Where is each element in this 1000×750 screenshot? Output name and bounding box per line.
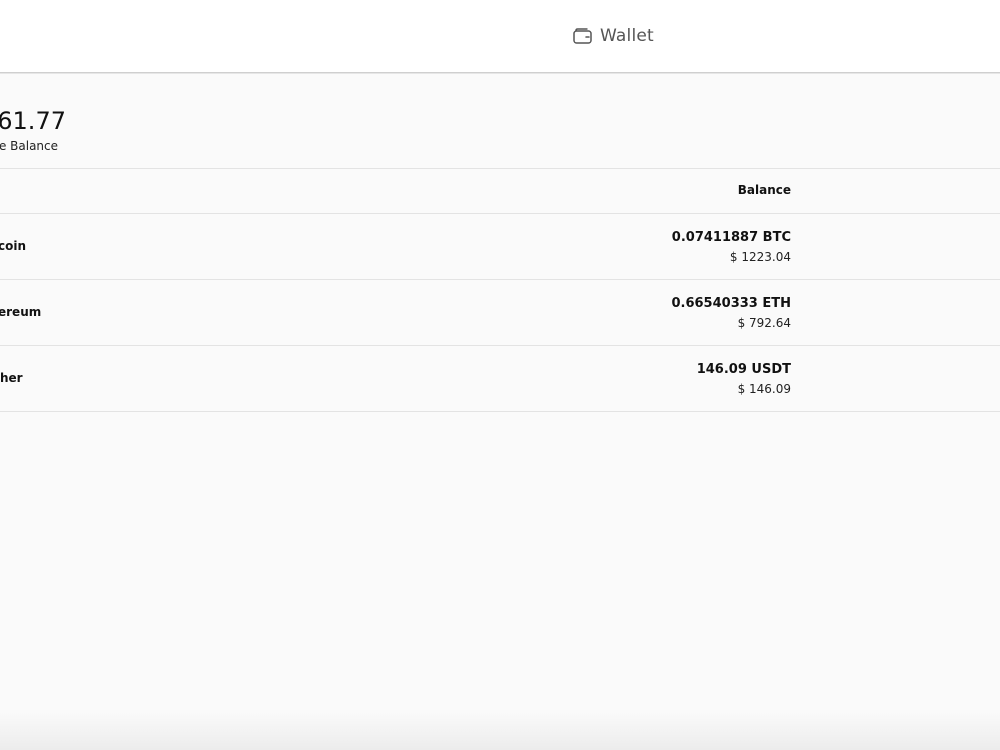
top-header: Wallet	[0, 0, 1000, 73]
asset-row-eth[interactable]: ereum 0.66540333 ETH $ 792.64	[0, 280, 1000, 346]
asset-row-usdt[interactable]: her 146.09 USDT $ 146.09	[0, 346, 1000, 412]
asset-amount: 0.66540333 ETH	[671, 296, 791, 311]
asset-usd-value: $ 792.64	[737, 316, 791, 330]
asset-name: her	[0, 371, 23, 385]
total-balance-value: 161.77	[0, 107, 66, 135]
asset-amount: 0.07411887 BTC	[671, 230, 791, 245]
balance-summary: 161.77 ble Balance	[0, 73, 1000, 169]
tab-wallet[interactable]: Wallet	[573, 24, 654, 48]
asset-usd-value: $ 1223.04	[729, 250, 791, 264]
total-balance-label: ble Balance	[0, 139, 59, 153]
asset-row-btc[interactable]: coin 0.07411887 BTC $ 1223.04	[0, 214, 1000, 280]
wallet-icon	[573, 27, 592, 45]
asset-name: coin	[0, 239, 27, 253]
asset-amount: 146.09 USDT	[696, 362, 791, 377]
asset-usd-value: $ 146.09	[737, 382, 791, 396]
table-header: Balance	[0, 169, 1000, 214]
bottom-shadow	[0, 712, 1000, 750]
tab-wallet-label: Wallet	[600, 26, 654, 46]
column-header-balance: Balance	[737, 183, 791, 197]
asset-name: ereum	[0, 305, 42, 319]
